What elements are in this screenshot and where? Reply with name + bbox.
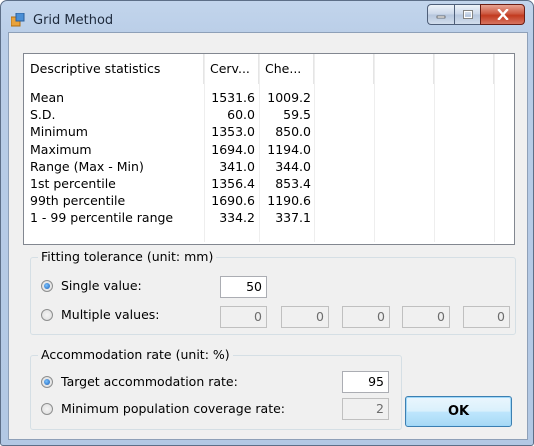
cell-cervical: 1356.4 <box>211 175 255 191</box>
multiple-values-option[interactable]: Multiple values: <box>41 307 160 322</box>
table-row[interactable]: 99th percentile 1690.6 1190.6 <box>24 192 514 209</box>
row-label: Mean <box>30 90 65 105</box>
multiple-value-input-2[interactable]: 0 <box>281 306 329 328</box>
close-icon <box>496 9 509 20</box>
table-row[interactable]: Mean 1531.6 1009.2 <box>24 89 514 106</box>
single-value-option[interactable]: Single value: <box>41 278 142 293</box>
single-value-radio[interactable] <box>41 279 53 292</box>
header-cervical[interactable]: Cerv... <box>204 54 259 84</box>
table-row[interactable]: Range (Max - Min) 341.0 344.0 <box>24 158 514 175</box>
table-row[interactable]: S.D. 60.0 59.5 <box>24 106 514 123</box>
statistics-table[interactable]: Descriptive statistics Cerv... Che... Me… <box>23 53 515 245</box>
cell-cervical: 1353.0 <box>211 124 255 140</box>
row-label: Range (Max - Min) <box>30 158 144 174</box>
minimum-coverage-input[interactable]: 2 <box>342 398 389 420</box>
cell-cervical: 1690.6 <box>211 193 255 209</box>
table-body: Mean 1531.6 1009.2 S.D. 60.0 59.5 Minimum 135… <box>24 89 514 227</box>
multiple-values-label: Multiple values: <box>61 307 160 322</box>
table-row[interactable]: Minimum 1353.0 850.0 <box>24 123 514 140</box>
row-label: S.D. <box>30 107 56 123</box>
row-label: 1st percentile <box>30 175 116 191</box>
row-label: Maximum <box>30 141 92 157</box>
row-label: 99th percentile <box>30 193 126 209</box>
header-empty-1[interactable] <box>314 54 374 84</box>
cell-chest: 850.0 <box>275 124 311 140</box>
header-chest[interactable]: Che... <box>259 54 314 84</box>
single-value-input[interactable]: 50 <box>220 276 267 298</box>
header-empty-3[interactable] <box>434 54 494 84</box>
maximize-button[interactable] <box>454 4 480 25</box>
caption-buttons <box>427 4 525 26</box>
maximize-icon <box>462 9 473 19</box>
cell-chest: 1190.6 <box>267 193 311 209</box>
cell-cervical: 341.0 <box>219 158 255 174</box>
minimize-button[interactable] <box>427 4 454 25</box>
multiple-values-radio[interactable] <box>41 308 53 321</box>
cell-cervical: 1694.0 <box>211 141 255 157</box>
table-row[interactable]: 1st percentile 1356.4 853.4 <box>24 175 514 192</box>
cell-cervical: 60.0 <box>227 107 255 123</box>
minimum-coverage-radio[interactable] <box>41 402 53 415</box>
multiple-value-input-3[interactable]: 0 <box>342 306 390 328</box>
minimum-coverage-option[interactable]: Minimum population coverage rate: <box>41 401 285 416</box>
cell-chest: 1009.2 <box>267 90 311 105</box>
accommodation-rate-label: Accommodation rate (unit: %) <box>38 347 233 362</box>
cell-cervical: 1531.6 <box>211 90 255 105</box>
multiple-value-input-5[interactable]: 0 <box>463 306 510 328</box>
target-accommodation-option[interactable]: Target accommodation rate: <box>41 374 238 389</box>
row-label: Minimum <box>30 124 88 140</box>
single-value-label: Single value: <box>61 278 142 293</box>
row-label: 1 - 99 percentile range <box>30 210 174 226</box>
multiple-value-input-1[interactable]: 0 <box>220 306 267 328</box>
target-accommodation-label: Target accommodation rate: <box>61 374 238 389</box>
close-button[interactable] <box>480 4 525 25</box>
target-accommodation-radio[interactable] <box>41 375 53 388</box>
header-empty-4 <box>494 54 514 84</box>
app-window-icon <box>11 13 25 27</box>
table-row[interactable]: 1 - 99 percentile range 334.2 337.1 <box>24 209 514 226</box>
target-accommodation-input[interactable]: 95 <box>342 371 389 393</box>
ok-button[interactable]: OK <box>405 396 512 427</box>
cell-chest: 59.5 <box>283 107 311 123</box>
cell-cervical: 334.2 <box>219 210 255 226</box>
cell-chest: 337.1 <box>275 210 311 226</box>
multiple-value-input-4[interactable]: 0 <box>402 306 450 328</box>
cell-chest: 853.4 <box>275 175 311 191</box>
window-title: Grid Method <box>33 13 114 28</box>
cell-chest: 344.0 <box>275 158 311 174</box>
minimize-icon <box>436 15 446 18</box>
cell-chest: 1194.0 <box>267 141 311 157</box>
table-row[interactable]: Maximum 1694.0 1194.0 <box>24 141 514 158</box>
title-bar[interactable]: Grid Method <box>1 1 533 35</box>
header-empty-2[interactable] <box>374 54 434 84</box>
header-descriptive-statistics[interactable]: Descriptive statistics <box>24 54 204 84</box>
fitting-tolerance-label: Fitting tolerance (unit: mm) <box>38 249 217 264</box>
table-header: Descriptive statistics Cerv... Che... <box>24 54 514 84</box>
minimum-coverage-label: Minimum population coverage rate: <box>61 401 285 416</box>
